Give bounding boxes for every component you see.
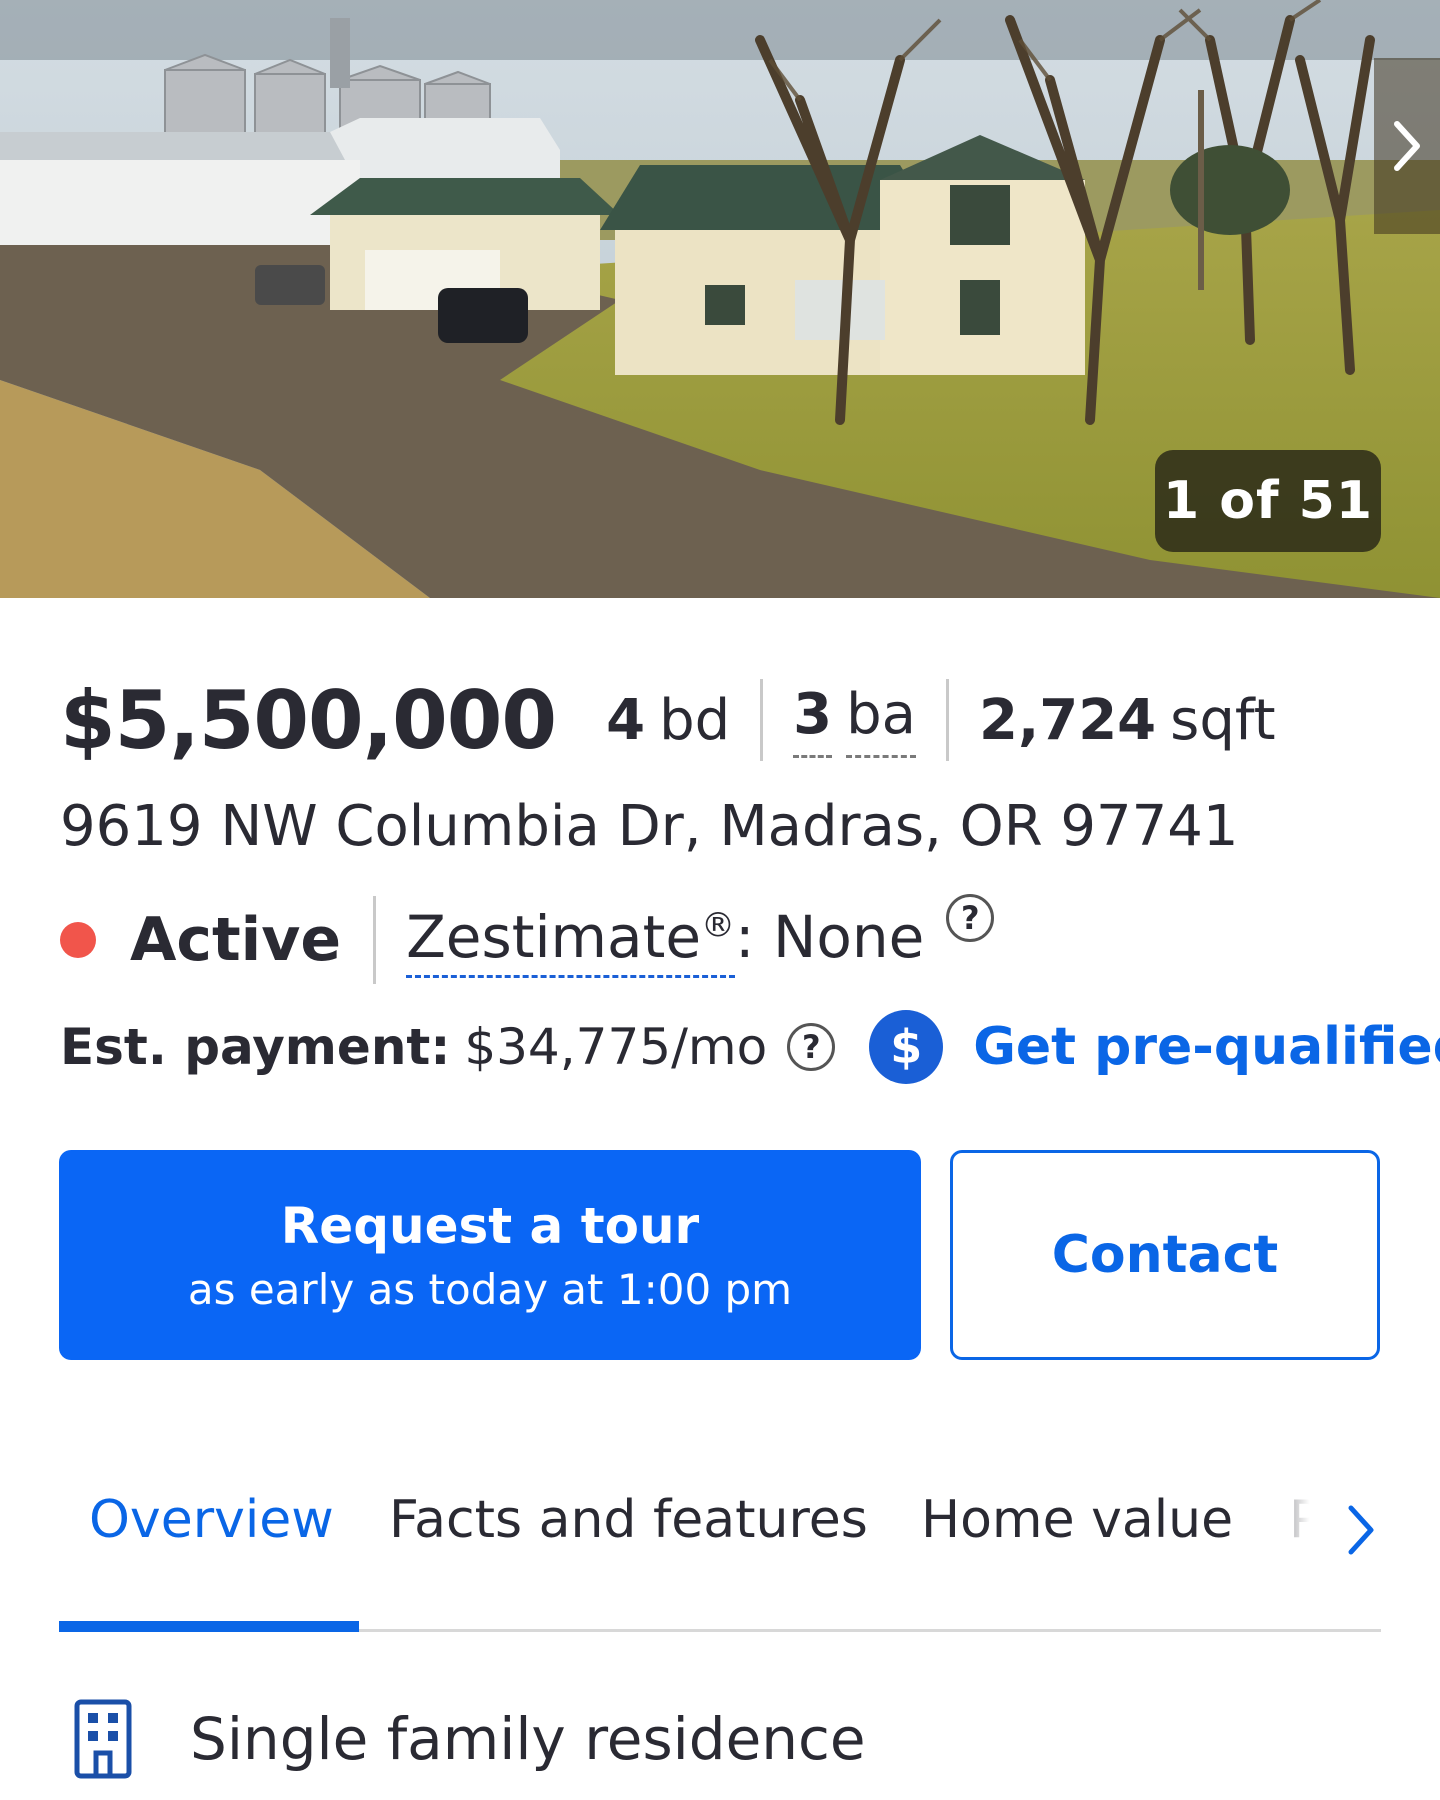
- property-type-row: Single family residence: [74, 1694, 866, 1784]
- status-divider: [373, 896, 377, 984]
- section-tabs: Overview Facts and features Home value P: [59, 1470, 1381, 1632]
- registered-mark: ®: [701, 905, 736, 946]
- tab-overview[interactable]: Overview: [89, 1490, 334, 1550]
- tab-home-value[interactable]: Home value: [921, 1490, 1233, 1550]
- payment-help-icon[interactable]: ?: [787, 1023, 836, 1071]
- zestimate-help-icon[interactable]: ?: [946, 894, 995, 942]
- request-tour-button[interactable]: Request a tour as early as today at 1:00…: [59, 1150, 921, 1360]
- payment-row: Est. payment: $34,775/mo ? $ Get pre-qua…: [60, 1010, 1440, 1084]
- photo-counter: 1 of 51: [1155, 450, 1381, 552]
- price-facts-row: $5,500,000 4 bd 3 ba 2,724 sqft: [60, 670, 1306, 770]
- get-prequalified-link[interactable]: Get pre-qualified: [973, 1017, 1440, 1077]
- building-icon: [74, 1699, 132, 1779]
- payment-label: Est. payment:: [60, 1018, 451, 1076]
- sqft-unit: sqft: [1170, 687, 1276, 753]
- dollar-icon: $: [869, 1010, 944, 1084]
- listing-photo[interactable]: 1 of 51: [0, 0, 1440, 598]
- request-tour-sublabel: as early as today at 1:00 pm: [187, 1264, 793, 1314]
- sqft-value: 2,724: [979, 687, 1157, 753]
- beds-unit: bd: [659, 687, 731, 753]
- baths-unit: ba: [846, 682, 916, 758]
- status-label: Active: [130, 905, 342, 975]
- zestimate-value: : None: [735, 902, 925, 971]
- chevron-right-icon: [1394, 121, 1420, 171]
- status-dot-icon: [60, 922, 96, 958]
- contact-button[interactable]: Contact: [950, 1150, 1380, 1360]
- listing-address: 9619 NW Columbia Dr, Madras, OR 97741: [60, 794, 1239, 859]
- chevron-right-icon: [1348, 1505, 1374, 1555]
- beds-value: 4: [606, 687, 646, 753]
- tabs-scroll-right-button[interactable]: [1251, 1470, 1381, 1620]
- beds-fact: 4 bd: [606, 688, 760, 753]
- zestimate-label: Zestimate: [406, 902, 702, 971]
- listing-price: $5,500,000: [60, 673, 557, 767]
- tab-facts-and-features[interactable]: Facts and features: [389, 1490, 868, 1550]
- baths-fact[interactable]: 3 ba: [763, 682, 946, 758]
- zestimate: Zestimate® : None: [406, 903, 924, 978]
- property-type-label: Single family residence: [190, 1705, 866, 1773]
- baths-value: 3: [793, 682, 833, 758]
- payment-value: $34,775/mo: [464, 1018, 768, 1076]
- status-row: Active Zestimate® : None ?: [60, 890, 995, 990]
- active-tab-indicator: [59, 1621, 359, 1632]
- sqft-fact: 2,724 sqft: [949, 688, 1306, 753]
- next-photo-button[interactable]: [1374, 58, 1440, 234]
- zestimate-link[interactable]: Zestimate®: [406, 902, 736, 978]
- request-tour-label: Request a tour: [280, 1196, 700, 1255]
